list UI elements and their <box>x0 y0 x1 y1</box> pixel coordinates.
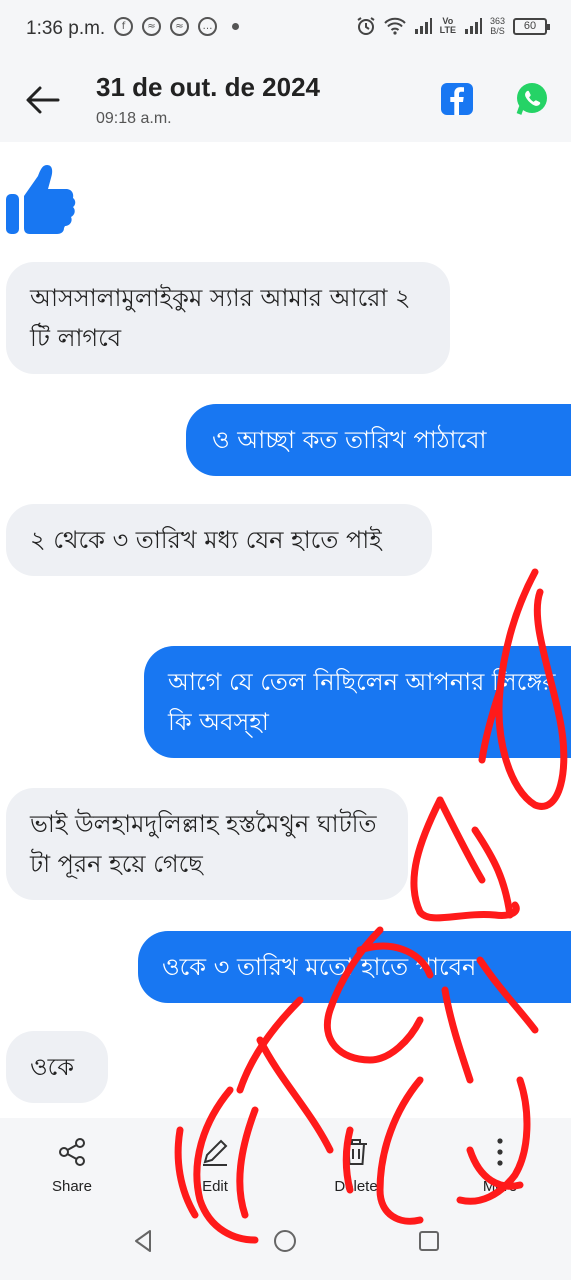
nav-recents-icon[interactable] <box>414 1226 444 1256</box>
message-incoming[interactable]: আসসালামুলাইকুম স্যার আমার আরো ২ টি লাগবে <box>6 262 450 374</box>
conversation-date: 31 de out. de 2024 <box>96 72 320 102</box>
network-speed: 363 B/S <box>490 16 505 36</box>
status-bar: 1:36 p.m. f ≈ ≈ … Vo LTE 363 B/S 60 <box>0 0 571 58</box>
volte-indicator: Vo LTE <box>440 17 456 35</box>
trash-icon <box>345 1139 367 1165</box>
message-incoming[interactable]: ভাই উলহামদুলিল্লাহ হস্তমৈথুন ঘাটতি টা পূ… <box>6 788 408 900</box>
edit-label: Edit <box>202 1178 228 1195</box>
sms-icon: … <box>198 17 217 36</box>
facebook-icon: f <box>114 17 133 36</box>
share-icon <box>59 1138 85 1166</box>
message-outgoing[interactable]: আগে যে তেল নিছিলেন আপনার লিঙ্গের কি অবস্… <box>144 646 571 758</box>
conversation-header: 31 de out. de 2024 09:18 a.m. <box>0 58 571 142</box>
back-arrow-icon[interactable] <box>22 80 62 120</box>
whatsapp-icon[interactable] <box>515 82 549 116</box>
alarm-icon <box>357 17 375 35</box>
messenger-icon: ≈ <box>170 17 189 36</box>
facebook-icon[interactable] <box>440 82 474 116</box>
dot-icon <box>232 23 239 30</box>
more-button[interactable]: More <box>450 1136 550 1195</box>
nav-back-icon[interactable] <box>128 1226 158 1256</box>
network-speed-unit: B/S <box>490 26 505 36</box>
like-emoji-message[interactable] <box>4 160 76 238</box>
message-outgoing[interactable]: ও আচ্ছা কত তারিখ পাঠাবো <box>186 404 571 476</box>
message-incoming[interactable]: ২ থেকে ৩ তারিখ মধ্য যেন হাতে পাই <box>6 504 432 576</box>
notification-icons: f ≈ ≈ … <box>114 17 239 36</box>
wifi-icon <box>383 17 406 35</box>
signal-icon <box>464 18 482 34</box>
edit-button[interactable]: Edit <box>165 1136 265 1195</box>
system-icons: Vo LTE 363 B/S 60 <box>356 16 550 36</box>
volte-bottom: LTE <box>439 25 456 35</box>
edit-icon <box>203 1139 228 1166</box>
messenger-icon: ≈ <box>142 17 161 36</box>
nav-home-icon[interactable] <box>270 1226 300 1256</box>
message-outgoing[interactable]: ওকে ৩ তারিখ মতো হাতে পাবেন <box>138 931 571 1003</box>
delete-button[interactable]: Delete <box>306 1136 406 1195</box>
signal-icon <box>414 18 432 34</box>
status-time: 1:36 p.m. <box>26 18 106 39</box>
more-label: More <box>482 1178 518 1195</box>
conversation-time: 09:18 a.m. <box>96 110 172 127</box>
share-button[interactable]: Share <box>22 1136 122 1195</box>
network-speed-value: 363 <box>489 16 505 26</box>
more-vertical-icon <box>497 1138 503 1166</box>
message-incoming[interactable]: ওকে <box>6 1031 108 1103</box>
battery-indicator: 60 <box>513 17 550 35</box>
delete-label: Delete <box>334 1178 378 1195</box>
share-label: Share <box>51 1178 93 1195</box>
